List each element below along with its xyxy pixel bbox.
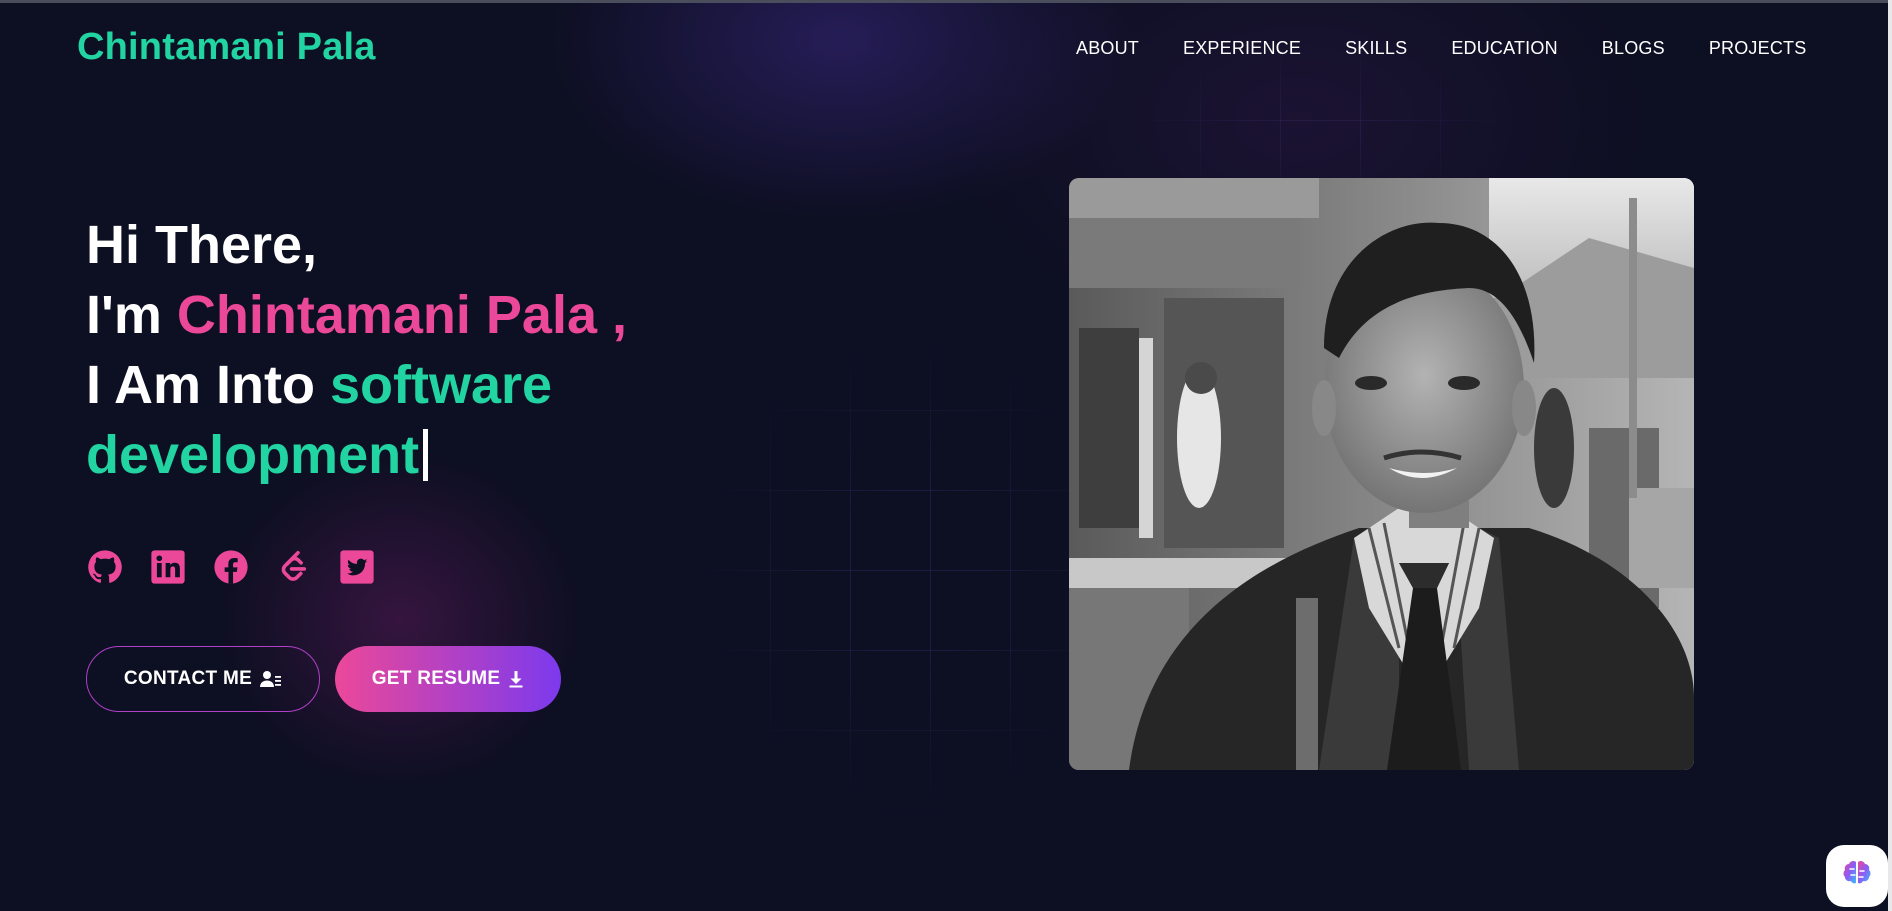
typing-caret <box>423 429 429 481</box>
profile-photo-art <box>1069 178 1694 770</box>
main-nav: ABOUT EXPERIENCE SKILLS EDUCATION BLOGS … <box>1076 38 1806 59</box>
facebook-icon[interactable] <box>212 548 250 586</box>
leetcode-icon[interactable] <box>275 548 313 586</box>
github-icon[interactable] <box>86 548 124 586</box>
background-grid <box>690 330 1130 820</box>
profile-photo <box>1069 178 1694 770</box>
brain-icon <box>1841 859 1873 894</box>
get-resume-button[interactable]: GET RESUME <box>335 646 561 712</box>
hero-line-name: I'm Chintamani Pala , <box>86 280 627 350</box>
hero-line-role: I Am Into software <box>86 350 627 420</box>
download-icon <box>508 670 524 688</box>
hero-im-prefix: I'm <box>86 285 177 345</box>
hero-line-greeting: Hi There, <box>86 215 318 275</box>
nav-item-skills[interactable]: SKILLS <box>1345 38 1407 59</box>
hero-typed-role-a: software <box>329 355 553 415</box>
brand-logo[interactable]: Chintamani Pala <box>77 26 376 69</box>
hero-line-role-cont: development <box>86 420 627 490</box>
chatbot-launcher[interactable] <box>1826 845 1888 907</box>
hero-into-prefix: I Am Into <box>86 355 330 415</box>
twitter-icon[interactable] <box>338 548 376 586</box>
browser-top-line <box>0 0 1892 3</box>
portfolio-page: Chintamani Pala ABOUT EXPERIENCE SKILLS … <box>0 0 1892 911</box>
hero-name: Chintamani Pala , <box>176 285 627 345</box>
hero-typed-role-b: development <box>86 425 420 485</box>
contact-me-label: CONTACT ME <box>123 668 253 689</box>
nav-item-blogs[interactable]: BLOGS <box>1602 38 1665 59</box>
scrollbar-track[interactable] <box>1888 0 1892 911</box>
hero-heading: Hi There, I'm Chintamani Pala , I Am Int… <box>86 210 627 490</box>
contact-me-button[interactable]: CONTACT ME <box>86 646 320 712</box>
user-lines-icon <box>260 670 282 688</box>
nav-item-projects[interactable]: PROJECTS <box>1709 38 1807 59</box>
nav-item-about[interactable]: ABOUT <box>1076 38 1139 59</box>
nav-item-experience[interactable]: EXPERIENCE <box>1183 38 1301 59</box>
get-resume-label: GET RESUME <box>371 668 501 689</box>
linkedin-icon[interactable] <box>149 548 187 586</box>
social-links <box>86 548 376 586</box>
nav-item-education[interactable]: EDUCATION <box>1451 38 1557 59</box>
